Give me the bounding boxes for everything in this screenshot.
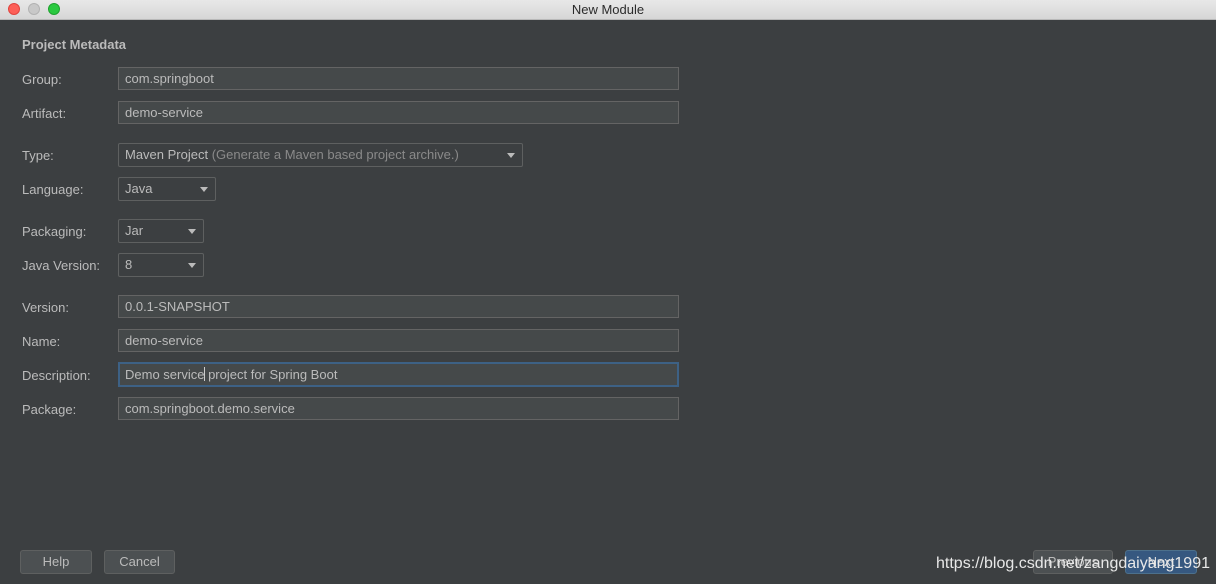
artifact-label: Artifact: [22, 106, 67, 121]
help-button[interactable]: Help [20, 550, 92, 574]
group-label: Group: [22, 72, 62, 87]
description-label: Description: [22, 368, 91, 383]
window-title: New Module [571, 2, 645, 17]
name-input[interactable]: demo-service [118, 329, 679, 352]
java-version-label: Java Version: [22, 258, 101, 273]
packaging-label: Packaging: [22, 224, 87, 239]
java-version-select[interactable]: 8 [118, 253, 204, 277]
description-text-before-caret: Demo service [125, 367, 205, 382]
package-label: Package: [22, 402, 77, 417]
language-label: Language: [22, 182, 84, 197]
chevron-down-icon [200, 187, 208, 192]
type-select[interactable]: Maven Project (Generate a Maven based pr… [118, 143, 523, 167]
section-title: Project Metadata [22, 37, 127, 52]
description-input[interactable]: Demo service project for Spring Boot [118, 362, 679, 387]
title-bar: New Module [0, 0, 1216, 20]
language-value: Java [125, 181, 153, 196]
group-input[interactable]: com.springboot [118, 67, 679, 90]
watermark-text: https://blog.csdn.net/zangdaiyang1991 [936, 555, 1210, 572]
name-label: Name: [22, 334, 61, 349]
type-label: Type: [22, 148, 54, 163]
type-value: Maven Project [125, 147, 209, 162]
version-input[interactable]: 0.0.1-SNAPSHOT [118, 295, 679, 318]
artifact-input[interactable]: demo-service [118, 101, 679, 124]
version-label: Version: [22, 300, 69, 315]
language-select[interactable]: Java [118, 177, 216, 201]
cancel-button[interactable]: Cancel [104, 550, 175, 574]
chevron-down-icon [188, 263, 196, 268]
packaging-value: Jar [125, 223, 144, 238]
description-text-after-caret: project for Spring Boot [204, 367, 338, 382]
type-hint: (Generate a Maven based project archive.… [211, 147, 459, 162]
chevron-down-icon [188, 229, 196, 234]
chevron-down-icon [507, 153, 515, 158]
package-input[interactable]: com.springboot.demo.service [118, 397, 679, 420]
java-version-value: 8 [125, 257, 133, 272]
packaging-select[interactable]: Jar [118, 219, 204, 243]
